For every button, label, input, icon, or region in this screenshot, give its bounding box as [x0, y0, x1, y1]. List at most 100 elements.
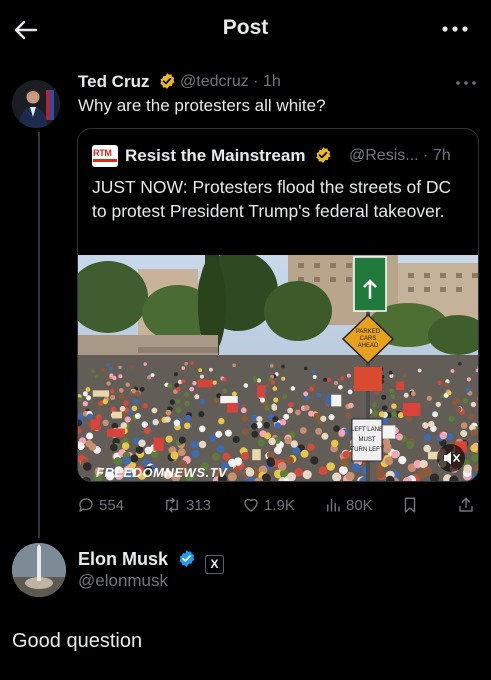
crowd-person	[134, 413, 141, 419]
crowd-person	[216, 445, 225, 453]
crowd-person	[345, 471, 355, 481]
crowd-person	[346, 373, 351, 378]
crowd-person	[88, 443, 97, 451]
crowd-person	[167, 383, 172, 388]
quoted-author-name[interactable]: Resist the Mainstream	[125, 146, 332, 166]
crowd-person	[199, 425, 206, 433]
crowd-person	[410, 391, 416, 397]
sign-text-2b: MUST	[359, 437, 376, 443]
mute-button[interactable]	[437, 444, 465, 472]
crowd-person	[82, 391, 88, 397]
crowd-person	[212, 380, 217, 385]
verified-gold-icon	[160, 73, 175, 89]
dot-separator: ·	[248, 73, 263, 90]
crowd-person	[372, 410, 378, 417]
crowd-person	[190, 361, 194, 365]
crowd-person	[437, 380, 443, 385]
crowd-person	[340, 458, 349, 467]
crowd-person	[131, 405, 138, 412]
crowd-person	[426, 395, 432, 401]
video-player[interactable]: PARKED CARS AHEAD LEFT LANE MUST TURN LE…	[78, 255, 478, 481]
post-more-button[interactable]	[455, 76, 477, 88]
crowd-person	[470, 429, 478, 437]
crowd-person	[118, 365, 122, 370]
author-name[interactable]: Ted Cruz	[78, 72, 176, 92]
quoted-avatar[interactable]: RTM	[92, 145, 118, 167]
bookmark-icon	[404, 497, 416, 513]
more-options-button[interactable]	[441, 19, 469, 39]
crowd-person	[338, 385, 343, 390]
crowd-person	[110, 394, 116, 401]
crowd-person	[347, 389, 353, 395]
repost-count: 313	[186, 496, 212, 514]
crowd-person	[240, 407, 247, 414]
crowd-person	[290, 386, 296, 391]
crowd-person	[141, 421, 148, 428]
crowd-person	[310, 456, 319, 465]
crowd-person	[130, 454, 139, 463]
affiliate-badge[interactable]: X	[205, 555, 225, 574]
crowd-person	[199, 399, 205, 405]
crowd-person	[241, 415, 248, 422]
like-button[interactable]: 1.9K	[242, 494, 295, 516]
bookmark-button[interactable]	[401, 494, 423, 516]
share-button[interactable]	[457, 494, 479, 516]
crowd-person	[123, 400, 129, 406]
crowd-person	[227, 472, 237, 481]
crowd-person	[256, 416, 263, 423]
thread-connector	[38, 132, 40, 538]
author-handle[interactable]: @tedcruz	[180, 73, 249, 90]
crowd-person	[143, 362, 147, 366]
post-time[interactable]: 1h	[263, 73, 281, 90]
crowd-person	[112, 375, 117, 381]
crowd-person	[332, 472, 342, 481]
protest-sign	[226, 402, 238, 413]
quoted-author-name-text[interactable]: Resist the Mainstream	[125, 146, 305, 165]
crowd-person	[450, 369, 455, 373]
protest-sign	[106, 428, 125, 438]
crowd-person	[152, 418, 159, 426]
reply-button[interactable]: 554	[77, 494, 124, 516]
crowd-person	[130, 364, 134, 369]
crowd-person	[283, 413, 290, 420]
crowd-person	[184, 362, 188, 366]
crowd-person	[290, 440, 298, 448]
views-button[interactable]: 80K	[324, 494, 373, 516]
quoted-author-meta: @Resis... · 7h	[349, 147, 451, 165]
crowd-person	[176, 386, 181, 392]
author-name-text[interactable]: Ted Cruz	[78, 72, 149, 91]
crowd-person	[304, 366, 308, 371]
crowd-person	[381, 405, 388, 411]
crowd-person	[122, 456, 132, 465]
crowd-person	[417, 368, 422, 373]
quoted-post[interactable]: RTM Resist the Mainstream @Resis... · 7h…	[77, 128, 479, 482]
crowd-person	[313, 412, 320, 419]
crowd-person	[279, 419, 287, 426]
crowd-person	[466, 377, 471, 382]
crowd-person	[173, 419, 181, 426]
author-meta: @tedcruz · 1h	[180, 73, 281, 91]
quoted-author-handle[interactable]: @Resis...	[349, 147, 419, 164]
quoted-post-time[interactable]: 7h	[433, 147, 451, 164]
crowd-person	[119, 394, 125, 400]
more-horizontal-icon	[456, 81, 476, 85]
crowd-person	[209, 434, 217, 442]
reply-author-handle[interactable]: @elonmusk	[78, 571, 168, 591]
reply-author-name-text[interactable]: Elon Musk	[78, 549, 168, 569]
crowd-person	[82, 401, 88, 407]
crowd-person	[138, 439, 146, 447]
repost-button[interactable]: 313	[162, 494, 211, 516]
crowd-person	[251, 430, 259, 438]
crowd-person	[245, 467, 255, 477]
crowd-person	[190, 441, 199, 449]
page-title: Post	[222, 16, 269, 39]
avatar[interactable]	[12, 80, 60, 128]
crowd-person	[192, 381, 197, 386]
crowd-person	[304, 405, 310, 411]
crowd-person	[455, 397, 461, 404]
crowd-person	[101, 368, 106, 372]
crowd-person	[95, 414, 102, 421]
crowd-person	[243, 383, 249, 388]
crowd-person	[292, 446, 301, 455]
avatar[interactable]	[12, 543, 66, 597]
